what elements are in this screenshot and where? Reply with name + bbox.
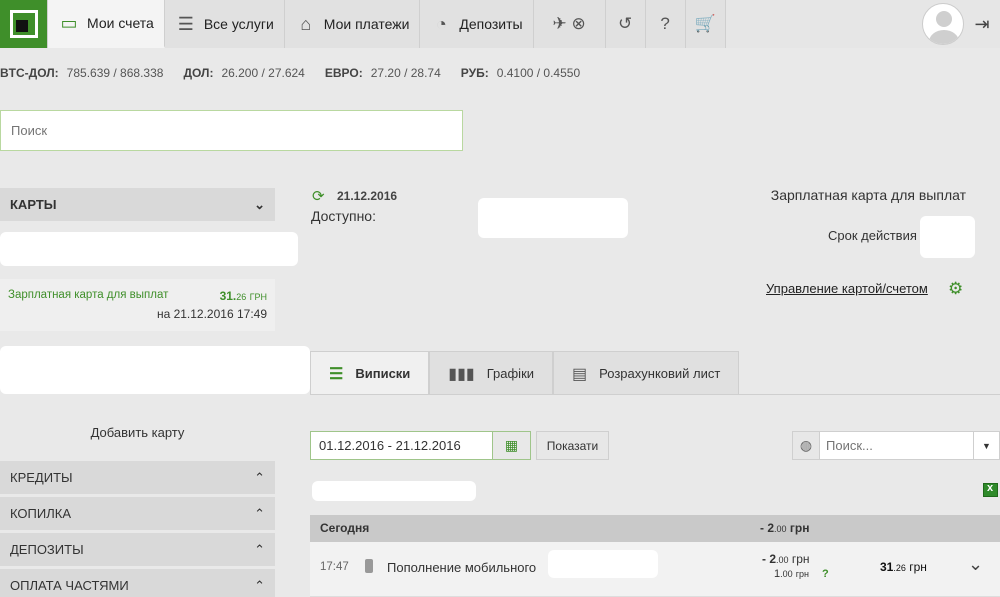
tab-statements[interactable]: ☰ Виписки xyxy=(310,351,430,395)
avatar[interactable] xyxy=(922,3,964,45)
bank-logo[interactable] xyxy=(0,0,48,48)
tab-my-accounts-label: Мои счета xyxy=(87,15,154,31)
tab-payslip-label: Розрахунковий лист xyxy=(599,366,721,381)
card-name: Зарплатная карта для выплат xyxy=(8,289,169,301)
tab-all-services[interactable]: ☰ Все услуги xyxy=(164,0,285,48)
statement-tabs: ☰ Виписки ▮▮▮ Графіки ▤ Розрахунковий ли… xyxy=(310,351,740,395)
rate-btc: BTC-ДОЛ: 785.639 / 868.338 xyxy=(0,66,164,80)
tab-my-payments[interactable]: ⌂ Мои платежи xyxy=(284,0,421,48)
travel-icon[interactable]: ✈ ⊗ xyxy=(533,0,606,48)
caret-down-icon[interactable]: ▼ xyxy=(973,431,1000,460)
chevron-down-icon: ⌄ xyxy=(254,196,265,212)
excel-export-icon[interactable] xyxy=(983,482,998,497)
installments-section-header[interactable]: ОПЛАТА ЧАСТЯМИ ⌃ xyxy=(0,569,275,597)
tab-divider xyxy=(310,394,1000,395)
globe-icon[interactable]: ◍ xyxy=(792,431,820,460)
chevron-up-icon: ⌃ xyxy=(254,577,265,593)
installments-section-label: ОПЛАТА ЧАСТЯМИ xyxy=(10,578,129,593)
date-range-input[interactable] xyxy=(310,431,493,460)
piggy-section-label: КОПИЛКА xyxy=(10,506,72,521)
list-icon: ☰ xyxy=(329,365,344,383)
house-icon: ⌂ xyxy=(300,13,312,34)
piggy-bank-icon: ◔ xyxy=(435,13,447,34)
search-input[interactable] xyxy=(0,110,463,151)
card-list-item[interactable]: Зарплатная карта для выплат 31.26 ГРН на… xyxy=(0,279,275,331)
redacted-area xyxy=(478,198,628,238)
day-sum: - 2.00 грн xyxy=(760,521,810,535)
available-label: Доступно: xyxy=(311,208,376,224)
deposits-section-header[interactable]: ДЕПОЗИТЫ ⌃ xyxy=(0,533,275,566)
tab-my-accounts[interactable]: ▭ Мои счета xyxy=(48,0,165,48)
card-title: Зарплатная карта для выплат xyxy=(770,187,966,203)
tab-my-payments-label: Мои платежи xyxy=(323,16,410,32)
refresh-icon[interactable]: ⟳ xyxy=(312,187,325,205)
expiry-label: Срок действия xyxy=(828,228,917,243)
transaction-description: Пополнение мобильного xyxy=(387,560,537,575)
rate-eur: ЕВРО: 27.20 / 28.74 xyxy=(324,66,441,80)
balance-date: 21.12.2016 xyxy=(337,189,398,203)
chevron-down-icon[interactable]: ⌄ xyxy=(968,554,983,575)
redacted-area xyxy=(0,346,310,394)
tab-deposits[interactable]: ◔ Депозиты xyxy=(420,0,534,48)
cart-icon[interactable]: 🛒 xyxy=(685,0,726,48)
tab-deposits-label: Депозиты xyxy=(459,16,523,32)
chevron-up-icon: ⌃ xyxy=(254,541,265,557)
card-balance: 31.26 ГРН xyxy=(219,289,267,303)
help-hint-icon[interactable]: ? xyxy=(822,568,829,580)
help-icon[interactable]: ? xyxy=(645,0,686,48)
logout-icon[interactable]: ⇥ xyxy=(964,0,1000,48)
logo-mark xyxy=(9,10,38,38)
mobile-phone-icon xyxy=(365,559,373,573)
transaction-amount: - 2.00 грн xyxy=(762,552,810,566)
history-icon[interactable]: ↺ xyxy=(605,0,646,48)
deposits-section-label: ДЕПОЗИТЫ xyxy=(10,542,84,557)
redacted-area xyxy=(0,232,298,266)
gear-icon[interactable]: ⚙ xyxy=(948,279,963,299)
calendar-icon[interactable]: ▦ xyxy=(492,431,531,460)
credits-section-header[interactable]: КРЕДИТЫ ⌃ xyxy=(0,461,275,494)
add-card-button[interactable]: Добавить карту xyxy=(0,425,275,440)
chevron-up-icon: ⌃ xyxy=(254,505,265,521)
tab-charts-label: Графіки xyxy=(486,366,535,381)
redacted-area xyxy=(548,550,658,578)
document-icon: ▤ xyxy=(572,365,588,383)
tab-payslip[interactable]: ▤ Розрахунковий лист xyxy=(553,351,740,395)
rate-rub: РУБ: 0.4100 / 0.4550 xyxy=(460,66,581,80)
day-group-header: Сегодня - 2.00 грн xyxy=(310,515,1000,542)
cards-section-header[interactable]: КАРТЫ ⌄ xyxy=(0,188,275,221)
card-balance-date: на 21.12.2016 17:49 xyxy=(156,307,267,321)
list-icon: ☰ xyxy=(177,13,194,34)
exchange-rates: BTC-ДОЛ: 785.639 / 868.338 ДОЛ: 26.200 / 2… xyxy=(0,66,580,80)
credits-section-label: КРЕДИТЫ xyxy=(10,470,73,485)
tab-statements-label: Виписки xyxy=(355,366,411,381)
transaction-balance: 31.26 грн xyxy=(880,560,927,574)
redacted-area xyxy=(920,216,975,258)
chevron-up-icon: ⌃ xyxy=(254,469,265,485)
transaction-search-input[interactable] xyxy=(819,431,974,460)
transaction-time: 17:47 xyxy=(320,561,349,573)
bar-chart-icon: ▮▮▮ xyxy=(448,365,475,383)
transaction-row[interactable]: 17:47 Пополнение мобильного - 2.00 грн 1… xyxy=(310,542,1000,597)
rate-usd: ДОЛ: 26.200 / 27.624 xyxy=(183,66,305,80)
tab-all-services-label: Все услуги xyxy=(203,16,274,32)
tab-charts[interactable]: ▮▮▮ Графіки xyxy=(429,351,554,395)
transaction-secondary-amount: 1.00 грн xyxy=(774,568,809,580)
day-label: Сегодня xyxy=(320,521,370,535)
redacted-area xyxy=(312,481,476,501)
piggy-section-header[interactable]: КОПИЛКА ⌃ xyxy=(0,497,275,530)
manage-card-link[interactable]: Управление картой/счетом xyxy=(766,281,928,296)
top-nav: ▭ Мои счета ☰ Все услуги ⌂ Мои платежи ◔… xyxy=(0,0,1000,48)
show-button[interactable]: Показати xyxy=(536,431,609,460)
card-icon: ▭ xyxy=(60,12,78,33)
cards-section-label: КАРТЫ xyxy=(10,197,57,212)
